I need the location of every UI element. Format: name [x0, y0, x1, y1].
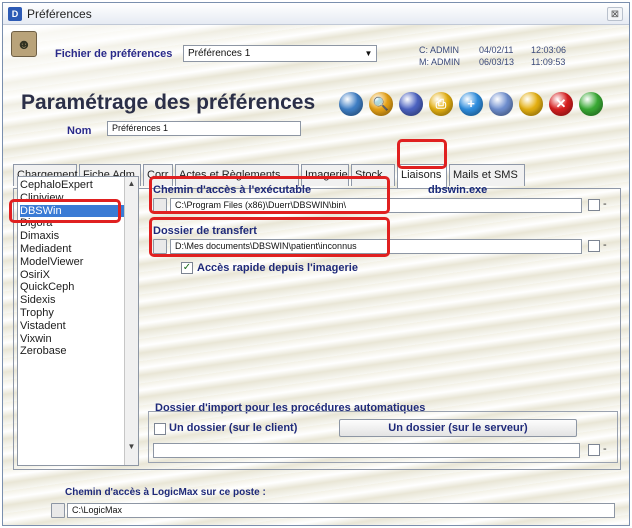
highlight-dbswin-item — [9, 199, 121, 223]
modified-date: 06/03/13 — [479, 57, 515, 67]
users-icon: ☻ — [11, 31, 37, 57]
logicmax-path-value: C:\LogicMax — [72, 505, 123, 515]
title-bar: D Préférences ⊠ — [3, 3, 629, 25]
import-path-input[interactable] — [153, 443, 580, 458]
list-item-osirix[interactable]: OsiriX — [20, 269, 50, 281]
list-item-dimaxis[interactable]: Dimaxis — [20, 230, 59, 242]
list-item-trophy[interactable]: Trophy — [20, 307, 54, 319]
list-item-cephaloexpert[interactable]: CephaloExpert — [20, 179, 93, 191]
prefs-file-value: Préférences 1 — [188, 48, 251, 59]
prefs-file-label: Fichier de préférences — [55, 48, 173, 60]
logicmax-label: Chemin d'accès à LogicMax sur ce poste : — [65, 487, 266, 498]
client-folder-checkbox[interactable] — [154, 423, 166, 435]
list-item-vixwin[interactable]: Vixwin — [20, 333, 52, 345]
name-value: Préférences 1 — [112, 123, 169, 133]
preferences-window: D Préférences ⊠ ☻ Fichier de préférences… — [2, 2, 630, 526]
quick-access-checkbox[interactable]: ✓ — [181, 262, 193, 274]
page-title: Paramétrage des préférences — [21, 91, 316, 114]
list-item-zerobase[interactable]: Zerobase — [20, 345, 66, 357]
exe-name: dbswin.exe — [428, 184, 488, 196]
modified-by: M: ADMIN — [419, 57, 461, 67]
import-path-checkbox[interactable] — [588, 444, 600, 456]
list-item-mediadent[interactable]: Mediadent — [20, 243, 71, 255]
window-title: Préférences — [27, 7, 92, 21]
server-folder-button[interactable]: Un dossier (sur le serveur) — [339, 419, 577, 437]
created-date: 04/02/11 — [479, 45, 514, 55]
chart-icon[interactable] — [399, 92, 423, 116]
link-icon[interactable] — [489, 92, 513, 116]
transfer-folder-dash: - — [603, 239, 607, 251]
list-item-modelviewer[interactable]: ModelViewer — [20, 256, 83, 268]
app-logo-icon: D — [8, 7, 22, 21]
tab-mails-et-sms[interactable]: Mails et SMS — [449, 164, 525, 186]
scroll-down-icon[interactable]: ▼ — [125, 442, 138, 451]
name-label: Nom — [67, 125, 92, 137]
quick-access-label: Accès rapide depuis l'imagerie — [197, 262, 358, 274]
transfer-folder-checkbox[interactable] — [588, 240, 600, 252]
scroll-up-icon[interactable]: ▲ — [125, 179, 138, 188]
import-path-dash: - — [603, 443, 607, 455]
list-item-quickceph[interactable]: QuickCeph — [20, 281, 74, 293]
highlight-exe-path — [149, 176, 390, 214]
add-icon[interactable]: + — [459, 92, 483, 116]
client-folder-label: Un dossier (sur le client) — [169, 422, 298, 434]
exe-path-checkbox[interactable] — [588, 199, 600, 211]
trash-icon[interactable] — [519, 92, 543, 116]
exe-path-dash: - — [603, 198, 607, 210]
list-item-sidexis[interactable]: Sidexis — [20, 294, 55, 306]
search-icon[interactable]: 🔍 — [369, 92, 393, 116]
list-scrollbar[interactable]: ▲ ▼ — [124, 177, 138, 465]
modified-time: 11:09:53 — [531, 57, 566, 67]
highlight-transfer-folder — [149, 217, 390, 257]
name-input[interactable]: Préférences 1 — [107, 121, 301, 136]
prefs-file-select[interactable]: Préférences 1 ▼ — [183, 45, 377, 62]
globe-icon[interactable] — [339, 92, 363, 116]
browse-logicmax-button[interactable] — [51, 503, 65, 518]
print-icon[interactable]: ⎙ — [429, 92, 453, 116]
list-item-vistadent[interactable]: Vistadent — [20, 320, 66, 332]
logicmax-path-input[interactable]: C:\LogicMax — [67, 503, 615, 518]
validate-icon[interactable] — [579, 92, 603, 116]
chevron-down-icon: ▼ — [364, 49, 373, 58]
created-by: C: ADMIN — [419, 45, 460, 55]
close-button[interactable]: ⊠ — [607, 7, 623, 21]
cancel-icon[interactable]: ✕ — [549, 92, 573, 116]
highlight-liaisons-tab — [397, 139, 447, 169]
created-time: 12:03:06 — [531, 45, 567, 55]
